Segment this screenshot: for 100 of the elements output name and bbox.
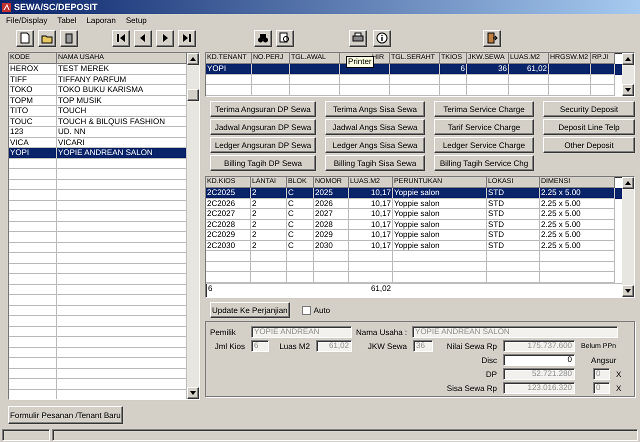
action-button[interactable]: Ledger Angs Sisa Sewa — [325, 137, 425, 153]
update-button[interactable]: Update Ke Perjanjian — [210, 302, 290, 318]
exit-button[interactable] — [483, 30, 501, 46]
action-button[interactable]: Ledger Service Charge — [434, 137, 534, 153]
data-grid[interactable] — [205, 176, 635, 298]
table-row[interactable]: YOPI 6 36 61,02 — [206, 64, 622, 74]
installment-label: Angsur — [591, 356, 616, 364]
scrollbar[interactable] — [622, 53, 634, 96]
printer-icon — [352, 32, 364, 44]
info-button[interactable] — [373, 30, 391, 46]
table-row[interactable]: 123 UD. NN — [9, 127, 187, 138]
table-cell — [314, 272, 349, 282]
field-label: JKW Sewa — [366, 342, 408, 350]
preview-button[interactable] — [276, 30, 294, 46]
open-folder-icon[interactable] — [38, 30, 56, 46]
scrollbar[interactable] — [622, 177, 634, 297]
delete-icon[interactable] — [60, 30, 78, 46]
next-button[interactable] — [156, 30, 174, 46]
new-file-icon[interactable] — [16, 30, 34, 46]
menu-item[interactable]: Laporan — [86, 16, 116, 24]
table-cell — [252, 85, 290, 96]
up-arrow-icon — [625, 181, 631, 185]
action-button[interactable]: Billing Tagih Sisa Sewa — [325, 155, 425, 171]
total-cell-text: 6 — [207, 284, 214, 294]
action-button[interactable]: Ledger Angsuran DP Sewa — [210, 137, 316, 153]
field-label: DP — [484, 370, 498, 378]
auto-checkbox[interactable] — [302, 306, 311, 314]
app-icon — [2, 2, 11, 12]
magnifier-icon — [279, 32, 291, 44]
table-cell — [549, 85, 591, 96]
scrollbar[interactable] — [187, 53, 199, 399]
checkbox-label: Auto — [314, 306, 330, 314]
print-button[interactable] — [349, 30, 367, 46]
action-button[interactable]: Security Deposit — [543, 101, 635, 117]
down-arrow-icon — [625, 88, 631, 92]
table-cell — [467, 85, 509, 96]
table-cell — [487, 272, 540, 282]
down-arrow-icon — [190, 391, 196, 395]
table-row[interactable]: YOPI YOPIE ANDREAN SALON — [9, 148, 187, 158]
trash-icon — [63, 32, 75, 44]
action-button[interactable]: Deposit Line Telp — [543, 119, 635, 135]
table-cell — [251, 272, 287, 282]
scrollbar-thumb[interactable] — [187, 89, 199, 101]
up-arrow-icon — [190, 57, 196, 61]
field-label: Luas M2 — [278, 342, 311, 350]
field-label: Nama Usaha : — [356, 328, 408, 336]
field-label: Jml Kios — [214, 342, 246, 350]
times-label: X — [616, 370, 622, 378]
discount-field[interactable]: 0 — [503, 354, 575, 366]
table-cell — [591, 85, 615, 96]
down-arrow-icon — [625, 289, 631, 293]
previous-button[interactable] — [134, 30, 152, 46]
window-title: SEWA/SC/DEPOSIT — [14, 2, 98, 12]
binoculars-icon — [257, 32, 269, 44]
table-cell — [287, 272, 314, 282]
action-button[interactable]: Other Deposit — [543, 137, 635, 153]
table-cell — [509, 85, 549, 96]
info-icon — [376, 32, 388, 44]
table-cell — [206, 85, 252, 96]
new-tenant-button[interactable]: Formulir Pesanan /Tenant Baru — [8, 406, 123, 424]
last-icon — [181, 32, 193, 44]
table-cell — [290, 85, 340, 96]
exit-door-icon — [486, 32, 498, 44]
first-icon — [115, 32, 127, 44]
table-row[interactable]: VICA VICARI — [9, 138, 187, 148]
table-row[interactable]: TOUC TOUCH & BILQUIS FASHION — [9, 116, 187, 127]
last-button[interactable] — [178, 30, 196, 46]
table-row[interactable]: TOKO TOKO BUKU KARISMA — [9, 85, 187, 96]
times-label: X — [616, 384, 622, 392]
menu-item[interactable]: Tabel — [57, 16, 76, 24]
action-button[interactable]: Jadwal Angsuran DP Sewa — [210, 119, 316, 135]
field-label: Nilai Sewa Rp — [446, 342, 498, 350]
menu-item[interactable]: Setup — [126, 16, 147, 24]
action-button[interactable]: Terima Service Charge — [434, 101, 534, 117]
table-row[interactable]: TOPM TOP MUSIK — [9, 96, 187, 106]
table-row[interactable]: TIFF TIFFANY PARFUM — [9, 74, 187, 85]
find-button[interactable] — [254, 30, 272, 46]
action-button[interactable]: Terima Angsuran DP Sewa — [210, 101, 316, 117]
table-cell — [206, 272, 251, 282]
table-row[interactable]: HEROX TEST MEREK — [9, 64, 187, 74]
total-cell-text: 61,02 — [370, 284, 392, 294]
table-row[interactable]: 2C2026 2 C 2026 10,17 Yoppie salon STD 2.25 x 5.00 — [206, 198, 622, 209]
first-button[interactable] — [112, 30, 130, 46]
table-cell — [390, 85, 440, 96]
action-button[interactable]: Jadwal Angs Sisa Sewa — [325, 119, 425, 135]
menu-item[interactable]: File/Display — [6, 16, 48, 24]
action-button[interactable]: Terima Angs Sisa Sewa — [325, 101, 425, 117]
action-button[interactable]: Tarif Service Charge — [434, 119, 534, 135]
tooltip: Printer — [346, 56, 374, 68]
action-button[interactable]: Billing Tagih Service Chg — [434, 155, 534, 171]
table-row[interactable]: 2C2025 2 C 2025 10,17 Yoppie salon STD 2.25 x 5.00 — [206, 188, 622, 198]
table-row[interactable]: TITO TOUCH — [9, 106, 187, 116]
field-label: Sisa Sewa Rp — [446, 384, 498, 392]
field-label: Pemilik — [210, 328, 237, 336]
status-pane — [2, 429, 50, 441]
up-arrow-icon — [625, 57, 631, 61]
table-cell — [340, 85, 390, 96]
action-button[interactable]: Billing Tagih DP Sewa — [210, 155, 316, 171]
table-cell — [349, 272, 393, 282]
table-cell — [440, 85, 467, 96]
